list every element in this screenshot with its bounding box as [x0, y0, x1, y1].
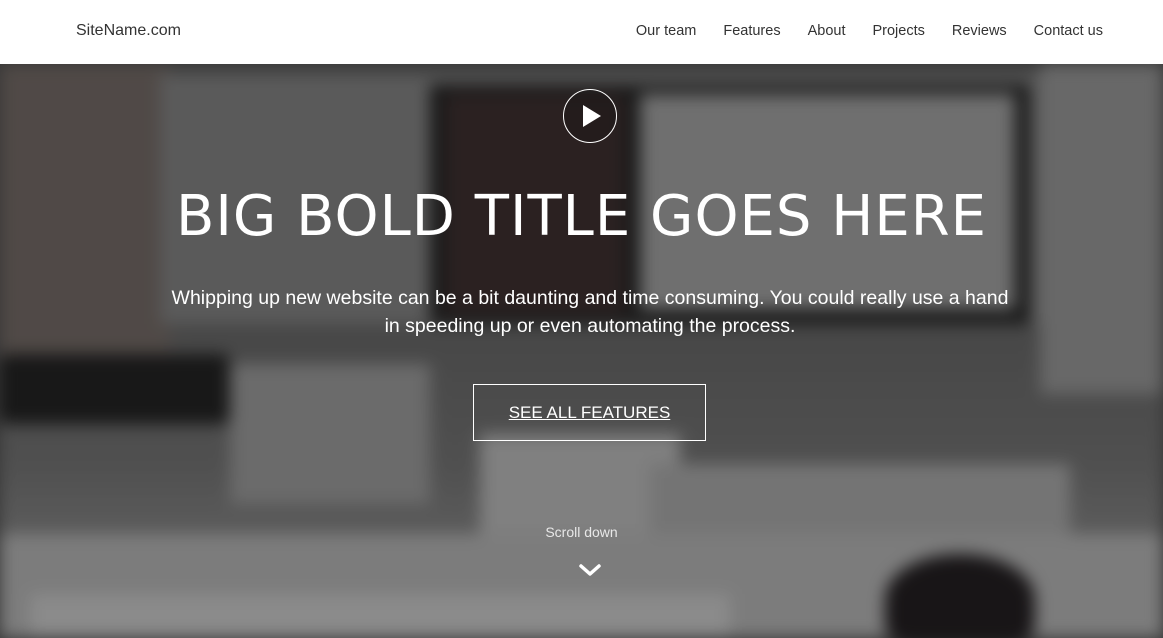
navbar: SiteName.com Our team Features About Pro…	[0, 0, 1163, 64]
nav-link-projects[interactable]: Projects	[872, 23, 924, 39]
video-play-button[interactable]	[563, 89, 617, 143]
nav-link-our-team[interactable]: Our team	[636, 23, 696, 39]
nav-link-about[interactable]: About	[808, 23, 846, 39]
hero-subtitle: Whipping up new website can be a bit dau…	[171, 287, 1009, 337]
see-all-features-button[interactable]: SEE ALL FEATURES	[473, 384, 706, 441]
hero-section	[0, 64, 1163, 638]
main-nav: Our team Features About Projects Reviews…	[636, 23, 1103, 39]
brand-logo-link[interactable]: SiteName.com	[76, 22, 181, 40]
hero-title: BIG BOLD TITLE GOES HERE	[175, 184, 988, 249]
hero-overlay	[0, 64, 1163, 638]
chevron-down-icon	[579, 564, 601, 576]
scroll-down-label: Scroll down	[545, 524, 618, 540]
nav-link-contact-us[interactable]: Contact us	[1034, 23, 1103, 39]
scroll-down-button[interactable]	[578, 560, 602, 580]
nav-link-reviews[interactable]: Reviews	[952, 23, 1007, 39]
nav-link-features[interactable]: Features	[723, 23, 780, 39]
play-icon	[583, 105, 601, 127]
